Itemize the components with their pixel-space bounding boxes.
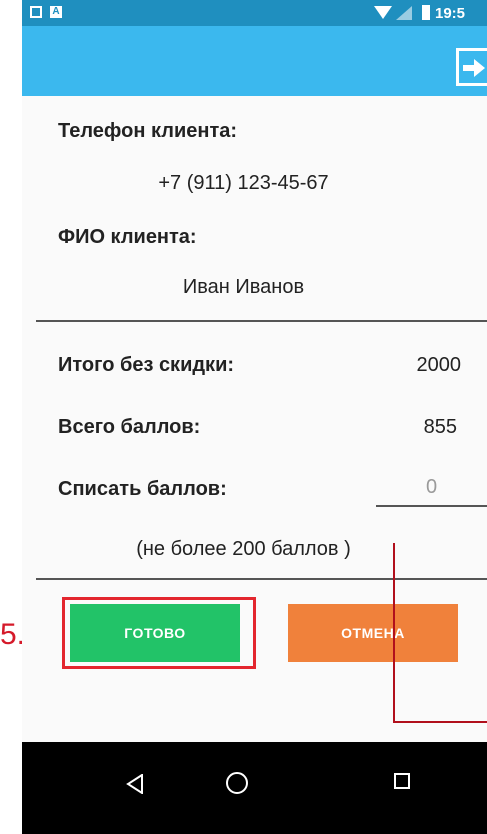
limit-note: (не более 200 баллов ) (136, 538, 351, 560)
a-icon: A (50, 6, 62, 18)
annotation-margin (0, 0, 22, 834)
back-icon[interactable] (126, 774, 144, 794)
name-value: Иван Иванов (182, 276, 305, 298)
annotation-highlight-box (62, 597, 256, 669)
points-label: Всего баллов: (58, 416, 201, 438)
exit-button[interactable] (456, 48, 487, 86)
points-value: 855 (423, 416, 457, 438)
phone-value: +7 (911) 123-45-67 (158, 172, 329, 194)
annotation-pointer-line-horizontal (393, 721, 487, 723)
navigation-bar (22, 742, 487, 834)
writeoff-input-underline (376, 505, 487, 507)
divider-top (36, 320, 487, 322)
recents-icon[interactable] (394, 773, 410, 789)
divider-bottom (36, 578, 487, 580)
writeoff-input[interactable]: 0 (376, 476, 487, 499)
total-label: Итого без скидки: (58, 354, 235, 376)
app-bar (22, 26, 487, 96)
status-time: 19:5 (435, 5, 466, 22)
status-bar: A 19:5 (22, 0, 487, 26)
phone-label: Телефон клиента: (58, 120, 238, 142)
home-icon[interactable] (226, 772, 248, 794)
phone-screen: A 19:5 Телефон клиента: +7 (911) 123-45-… (22, 0, 487, 834)
writeoff-label: Списать баллов: (58, 478, 227, 500)
exit-icon (463, 59, 485, 77)
gallery-icon (30, 6, 42, 18)
name-label: ФИО клиента: (58, 226, 197, 248)
signal-icon (396, 6, 412, 20)
cancel-button[interactable]: ОТМЕНА (288, 604, 458, 662)
wifi-icon (374, 6, 392, 19)
annotation-pointer-line (393, 543, 395, 723)
total-value: 2000 (416, 354, 462, 376)
battery-icon (422, 5, 430, 20)
